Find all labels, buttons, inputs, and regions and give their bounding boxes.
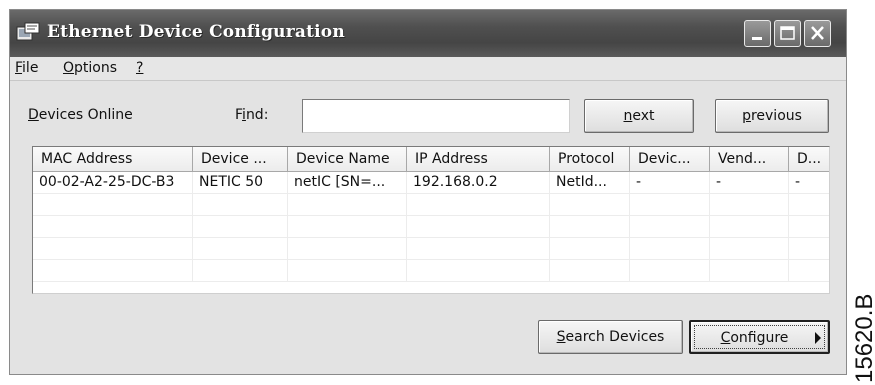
empty-cell [288, 216, 407, 237]
table-header: MAC Address Device ... Device Name IP Ad… [33, 147, 829, 172]
column-header-vendor[interactable]: Vend... [710, 147, 789, 171]
devices-online-label: Devices Online [28, 107, 133, 123]
empty-cell [550, 238, 630, 259]
menu-file-mnemonic: F [15, 60, 23, 76]
empty-cell [193, 238, 288, 259]
cell-d: - [789, 172, 829, 193]
empty-cell [193, 194, 288, 215]
empty-cell [288, 238, 407, 259]
table-row[interactable]: 00-02-A2-25-DC-B3 NETIC 50 netIC [SN=...… [33, 172, 829, 194]
empty-table-row [33, 194, 829, 216]
figure-caption-text: 15620.B [851, 294, 875, 383]
configure-focus-rect: Configure [694, 325, 825, 349]
empty-cell [630, 194, 710, 215]
empty-table-row [33, 216, 829, 238]
menu-help[interactable]: ? [136, 60, 143, 76]
title-bar[interactable]: Ethernet Device Configuration [10, 10, 846, 58]
configure-button[interactable]: Configure [689, 320, 830, 354]
network-config-icon [16, 22, 40, 41]
empty-cell [33, 216, 193, 237]
minimize-icon [752, 37, 762, 40]
empty-cell [789, 194, 829, 215]
window-title: Ethernet Device Configuration [47, 22, 345, 42]
devices-online-mnemonic: D [28, 107, 39, 123]
empty-cell [550, 260, 630, 281]
search-devices-button[interactable]: Search Devices [538, 320, 683, 354]
empty-table-row [33, 238, 829, 260]
maximize-button[interactable] [774, 20, 801, 47]
menu-options-label: ptions [74, 60, 118, 76]
previous-button[interactable]: previous [715, 99, 829, 133]
empty-cell [33, 238, 193, 259]
menu-options-mnemonic: O [63, 60, 75, 76]
previous-label: revious [750, 108, 802, 124]
cell-ip-address: 192.168.0.2 [407, 172, 550, 193]
maximize-icon [780, 26, 795, 40]
empty-cell [33, 194, 193, 215]
empty-cell [789, 260, 829, 281]
column-header-ip-address[interactable]: IP Address [407, 147, 550, 171]
search-devices-label: earch Devices [565, 329, 665, 345]
column-header-protocol[interactable]: Protocol [550, 147, 630, 171]
empty-cell [193, 260, 288, 281]
next-label: ext [632, 108, 655, 124]
empty-table-row [33, 260, 829, 282]
empty-cell [288, 260, 407, 281]
empty-cell [710, 216, 789, 237]
close-button[interactable] [804, 20, 831, 47]
cell-mac-address: 00-02-A2-25-DC-B3 [33, 172, 193, 193]
empty-cell [630, 260, 710, 281]
figure-caption: 15620.B [851, 294, 875, 383]
empty-cell [550, 216, 630, 237]
column-header-device-type[interactable]: Device ... [193, 147, 288, 171]
find-label-start: F [235, 107, 243, 123]
cell-vendor: - [710, 172, 789, 193]
empty-cell [33, 260, 193, 281]
empty-cell [789, 238, 829, 259]
column-header-device-name[interactable]: Device Name [288, 147, 407, 171]
find-input[interactable] [302, 99, 570, 133]
devices-table: MAC Address Device ... Device Name IP Ad… [32, 146, 830, 294]
empty-cell [288, 194, 407, 215]
menu-file[interactable]: File [15, 60, 38, 76]
search-devices-mnemonic: S [556, 329, 566, 345]
empty-cell [550, 194, 630, 215]
empty-cell [789, 216, 829, 237]
configure-label: onfigure [730, 330, 789, 346]
cell-device-name: netIC [SN=... [288, 172, 407, 193]
column-header-d[interactable]: D... [789, 147, 829, 171]
ethernet-device-configuration-window: Ethernet Device Configuration File Optio… [9, 9, 847, 375]
cell-protocol: NetId... [550, 172, 630, 193]
close-icon [811, 26, 824, 40]
empty-cell [407, 260, 550, 281]
empty-cell [407, 216, 550, 237]
column-header-mac-address[interactable]: MAC Address [33, 147, 193, 171]
previous-mnemonic: p [742, 108, 751, 124]
configure-mnemonic: C [720, 330, 731, 346]
minimize-button[interactable] [744, 20, 771, 47]
menu-options[interactable]: Options [63, 60, 117, 76]
empty-cell [710, 260, 789, 281]
empty-cell [630, 238, 710, 259]
empty-cell [407, 238, 550, 259]
next-button[interactable]: next [584, 99, 694, 133]
cell-device-id: - [630, 172, 710, 193]
empty-cell [710, 194, 789, 215]
menu-bar: File Options ? [10, 57, 846, 81]
find-label-text: nd: [245, 107, 269, 123]
menu-help-mnemonic: ? [136, 60, 144, 76]
empty-cell [630, 216, 710, 237]
devices-online-text: evices Online [38, 107, 133, 123]
find-label: Find: [235, 107, 268, 123]
empty-cell [407, 194, 550, 215]
empty-cell [193, 216, 288, 237]
column-header-device-id[interactable]: Devic... [630, 147, 710, 171]
empty-cell [710, 238, 789, 259]
menu-file-label: ile [22, 60, 39, 76]
cell-device-type: NETIC 50 [193, 172, 288, 193]
arrow-right-icon [815, 332, 821, 344]
